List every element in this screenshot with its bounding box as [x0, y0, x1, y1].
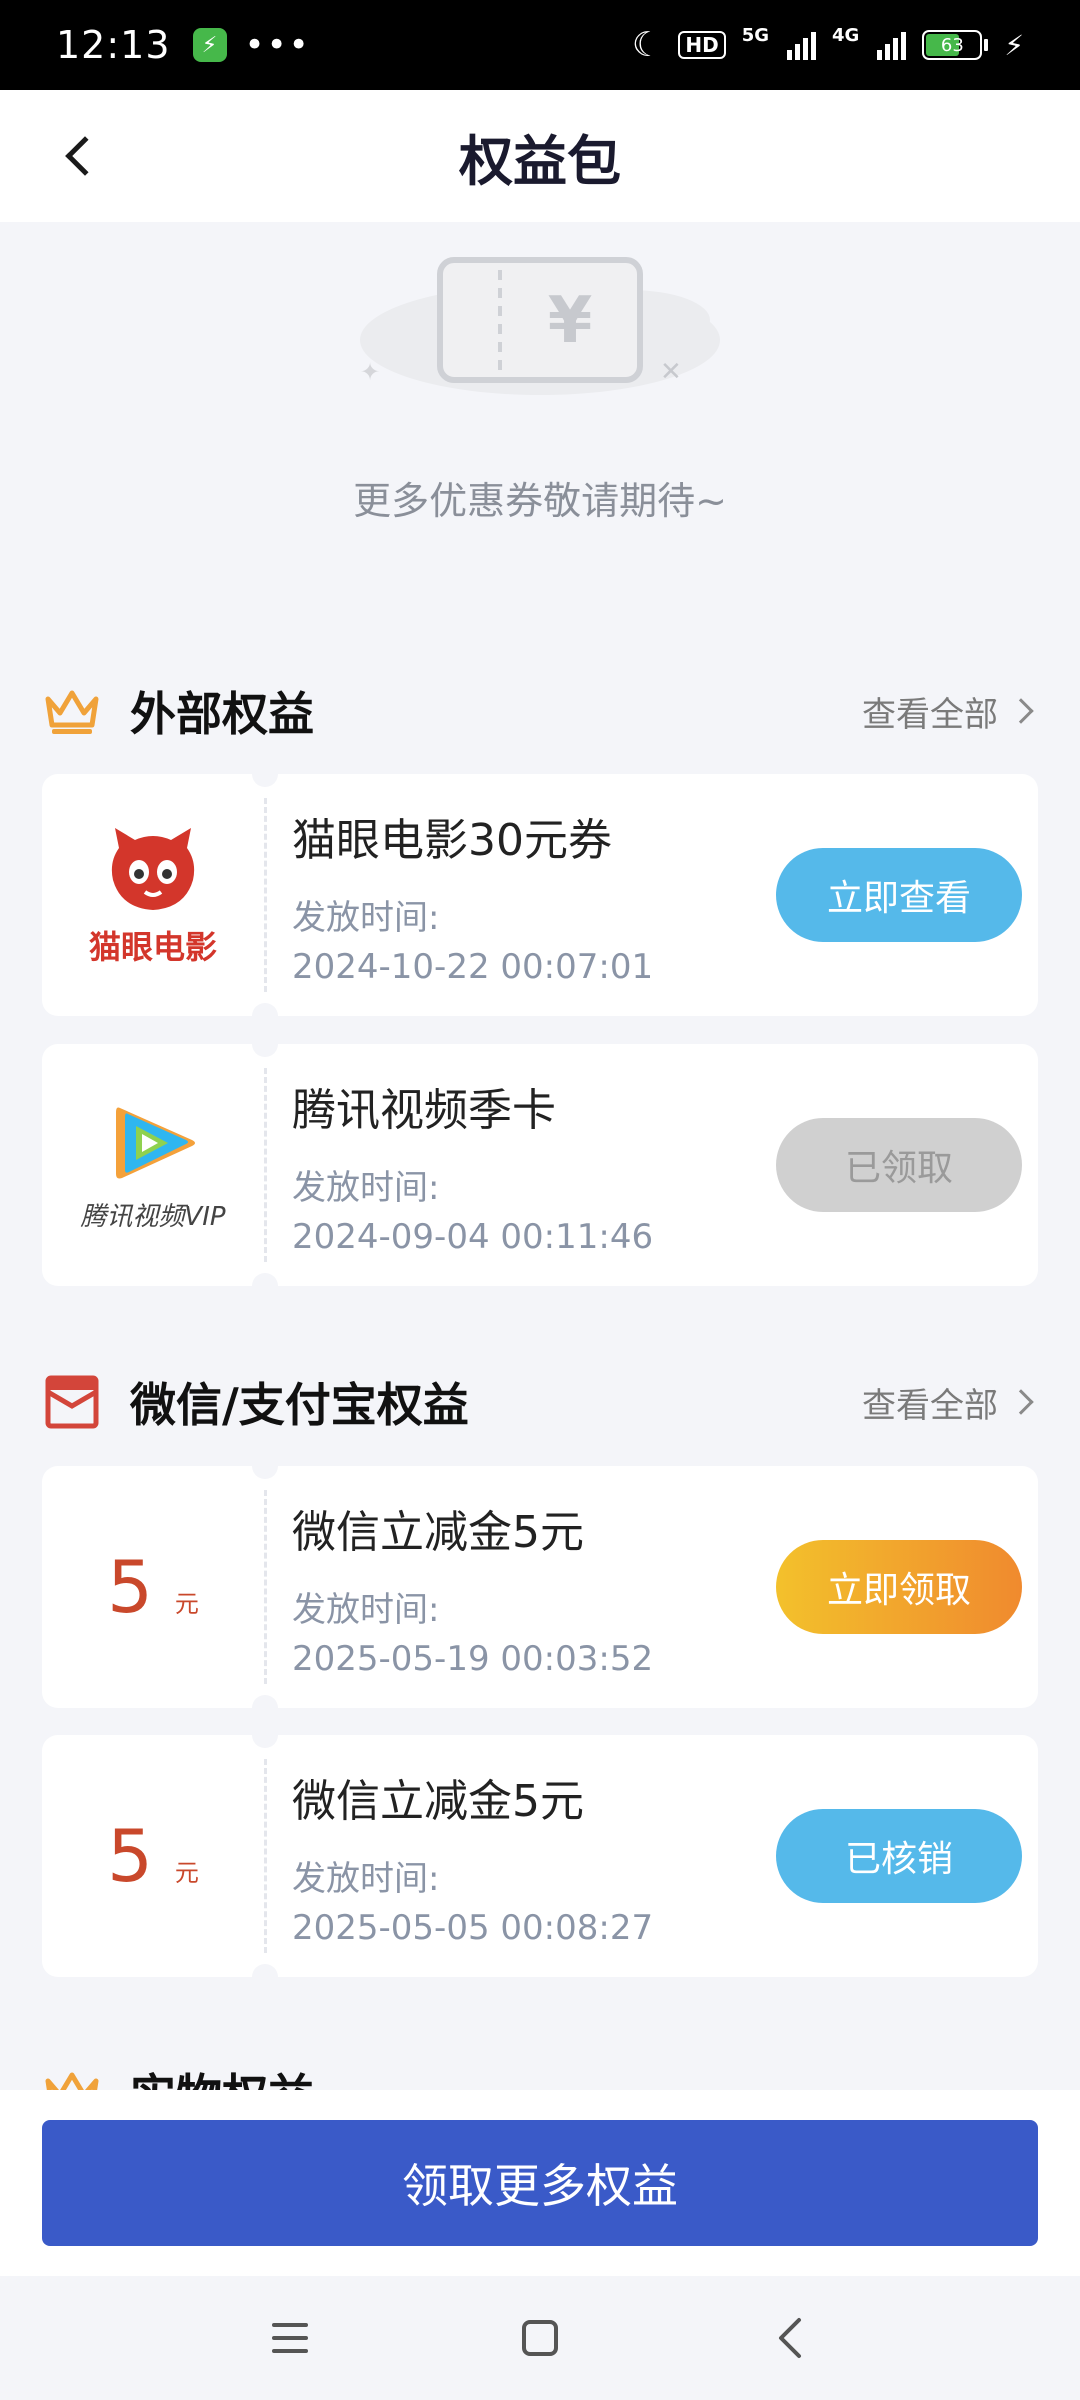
amount-value: 5 [107, 1814, 153, 1898]
svg-text:✕: ✕ [660, 357, 682, 387]
issue-time-label: 发放时间: [292, 1168, 440, 1208]
coupon-amount: 5 元 [107, 1814, 199, 1898]
moon-icon: ☾ [631, 25, 663, 65]
section-physical-partial: 实物权益 [42, 2058, 1038, 2090]
status-icons: ☾ HD 5G 4G 63 ⚡ [632, 25, 1024, 65]
see-all-label: 查看全部 [862, 1385, 998, 1426]
coupon-card: 5 元 微信立减金5元 发放时间: 2025-05-05 00:08:27 已核… [42, 1735, 1038, 1977]
system-back-button[interactable] [760, 2308, 820, 2368]
menu-icon [272, 2323, 308, 2353]
section-title-external: 外部权益 [130, 687, 314, 741]
redeemed-button[interactable]: 已核销 [776, 1809, 1022, 1903]
coupon-card: 腾讯视频VIP 腾讯视频季卡 发放时间: 2024-09-04 00:11:46… [42, 1044, 1038, 1286]
battery-level: 63 [940, 34, 964, 56]
claimed-button[interactable]: 已领取 [776, 1118, 1022, 1212]
status-bar: 12:13 ⚡ ••• ☾ HD 5G 4G 63 ⚡ [0, 0, 1080, 90]
chevron-right-icon [1008, 1389, 1034, 1415]
crown-icon [42, 681, 102, 741]
coupon-title: 微信立减金5元 [292, 1776, 584, 1827]
coupon-title: 微信立减金5元 [292, 1507, 584, 1558]
issue-time-label: 发放时间: [292, 1859, 440, 1899]
tencent-video-play-icon [116, 1107, 195, 1178]
coupon-title: 猫眼电影30元券 [292, 815, 612, 866]
see-all-label: 查看全部 [862, 694, 998, 735]
amount-value: 5 [107, 1545, 153, 1629]
empty-coupon-illustration: ¥ ✦ ✕ [360, 257, 720, 395]
section-title-wechat-alipay: 微信/支付宝权益 [130, 1378, 469, 1432]
maoyan-brand-text: 猫眼电影 [88, 928, 217, 966]
issue-time: 2024-10-22 00:07:01 [292, 947, 654, 987]
back-arrow-icon [779, 2318, 801, 2358]
svg-text:¥: ¥ [548, 284, 593, 358]
net-4g-label: 4G [832, 25, 860, 46]
menu-button[interactable] [260, 2308, 320, 2368]
issue-time-label: 发放时间: [292, 1590, 440, 1630]
issue-time: 2024-09-04 00:11:46 [292, 1217, 654, 1257]
crown-icon [42, 2063, 102, 2090]
chevron-left-icon [65, 136, 105, 176]
tencent-video-logo: 腾讯视频VIP [42, 1044, 264, 1286]
see-all-wechat-alipay-button[interactable]: 查看全部 [862, 1378, 1038, 1427]
issue-time-label: 发放时间: [292, 898, 440, 938]
coupon-title: 腾讯视频季卡 [292, 1085, 556, 1136]
claim-now-button[interactable]: 立即领取 [776, 1540, 1022, 1634]
maoyan-logo: 猫眼电影 [42, 774, 264, 1016]
section-header-physical: 实物权益 [42, 2058, 1038, 2090]
chevron-right-icon [1008, 698, 1034, 724]
section-header-wechat-alipay: 微信/支付宝权益 查看全部 [42, 1367, 1038, 1437]
charging-bolt-icon: ⚡ [1004, 28, 1024, 62]
coupon-card: 猫眼电影 猫眼电影30元券 发放时间: 2024-10-22 00:07:01 … [42, 774, 1038, 1016]
battery-icon: 63 [922, 30, 989, 60]
red-envelope-icon [42, 1372, 102, 1432]
issue-time: 2025-05-19 00:03:52 [292, 1639, 654, 1679]
more-notifications-icon: ••• [244, 25, 311, 65]
amount-unit: 元 [174, 1859, 199, 1887]
home-square-icon [522, 2320, 558, 2356]
empty-state-message: 更多优惠券敬请期待~ [353, 479, 727, 523]
page-title: 权益包 [459, 129, 621, 193]
bottom-action-bar: 领取更多权益 [0, 2090, 1080, 2276]
tencent-brand-text: 腾讯视频VIP [80, 1201, 226, 1232]
coupon-card: 5 元 微信立减金5元 发放时间: 2025-05-19 00:03:52 立即… [42, 1466, 1038, 1708]
section-header-external: 外部权益 查看全部 [42, 676, 1038, 746]
home-button[interactable] [510, 2308, 570, 2368]
hd-icon: HD [678, 31, 726, 59]
status-time: 12:13 [56, 23, 171, 67]
section-title-physical: 实物权益 [130, 2060, 314, 2090]
nav-bar: 权益包 [0, 90, 1080, 222]
signal-4g-icon [877, 30, 907, 60]
see-all-external-button[interactable]: 查看全部 [862, 687, 1038, 736]
system-nav-bar [0, 2276, 1080, 2400]
signal-5g-icon [787, 30, 817, 60]
coupon-amount: 5 元 [107, 1545, 199, 1629]
svg-text:✦: ✦ [360, 358, 380, 386]
amount-unit: 元 [174, 1590, 199, 1618]
charging-icon: ⚡ [192, 28, 227, 62]
view-now-button[interactable]: 立即查看 [776, 848, 1022, 942]
maoyan-cat-icon [111, 828, 195, 910]
net-5g-label: 5G [741, 25, 770, 46]
back-button[interactable] [50, 126, 110, 186]
get-more-benefits-button[interactable]: 领取更多权益 [42, 2120, 1038, 2246]
issue-time: 2025-05-05 00:08:27 [292, 1908, 654, 1948]
